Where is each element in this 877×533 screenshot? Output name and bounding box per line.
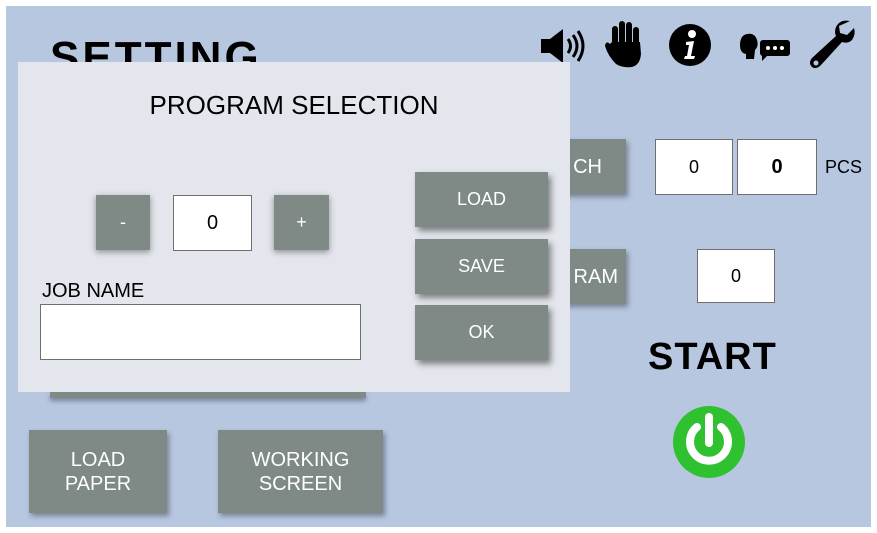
search-button-label: CH: [573, 155, 602, 178]
count-right-field[interactable]: 0: [737, 139, 817, 195]
load-button[interactable]: LOAD: [415, 172, 548, 227]
start-label: START: [648, 336, 777, 378]
save-button[interactable]: SAVE: [415, 239, 548, 294]
count-left-field[interactable]: 0: [655, 139, 733, 195]
job-name-label: JOB NAME: [42, 280, 145, 302]
count-unit-label: PCS: [825, 157, 863, 177]
program-value-field[interactable]: 0: [697, 249, 775, 303]
decrement-button[interactable]: -: [96, 195, 150, 250]
job-name-field[interactable]: [40, 304, 361, 360]
working-screen-button[interactable]: WORKING SCREEN: [218, 430, 383, 513]
ok-button[interactable]: OK: [415, 305, 548, 360]
power-icon[interactable]: [672, 405, 746, 479]
program-button-label: RAM: [573, 265, 618, 288]
speaker-icon[interactable]: [539, 26, 589, 66]
setting-screen: SETTING CH 0 0 PCS RAM 0 START LOAD PAPE…: [6, 6, 871, 527]
load-paper-button[interactable]: LOAD PAPER: [29, 430, 167, 513]
info-icon[interactable]: [668, 23, 712, 67]
program-selection-dialog: PROGRAM SELECTION - 0 + JOB NAME LOAD SA…: [18, 62, 570, 392]
dialog-title: PROGRAM SELECTION: [149, 90, 439, 120]
increment-button[interactable]: +: [274, 195, 329, 250]
voice-message-icon[interactable]: [738, 31, 794, 65]
hand-stop-icon[interactable]: [604, 20, 648, 68]
program-number-field[interactable]: 0: [173, 195, 252, 251]
wrench-icon[interactable]: [806, 18, 856, 70]
hidden-button-edge: [50, 392, 366, 398]
